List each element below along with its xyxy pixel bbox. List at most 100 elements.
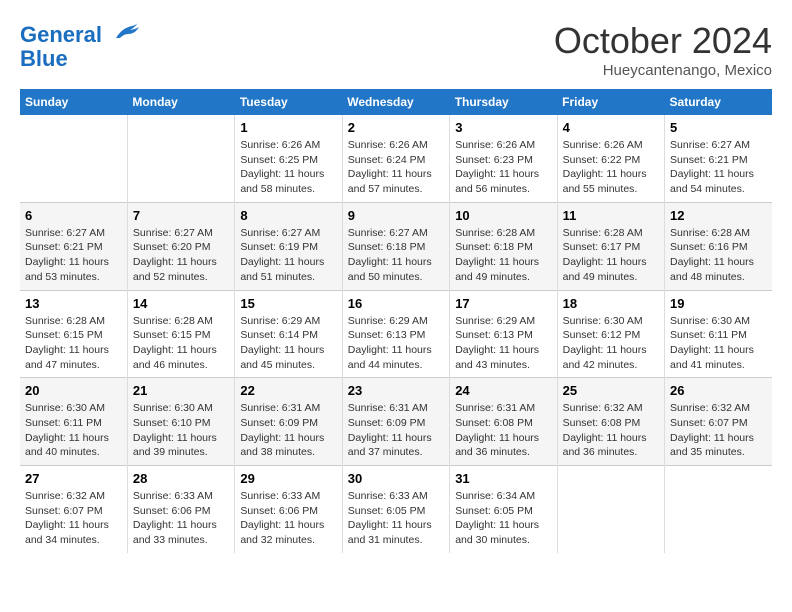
calendar-cell: [665, 466, 772, 553]
calendar-cell: 6Sunrise: 6:27 AMSunset: 6:21 PMDaylight…: [20, 202, 127, 290]
month-title: October 2024: [554, 20, 772, 62]
cell-info: Sunrise: 6:31 AMSunset: 6:09 PMDaylight:…: [348, 401, 444, 460]
day-number: 9: [348, 208, 444, 223]
cell-info: Sunrise: 6:31 AMSunset: 6:09 PMDaylight:…: [240, 401, 336, 460]
header-sunday: Sunday: [20, 89, 127, 115]
day-number: 2: [348, 120, 444, 135]
calendar-cell: 10 Sunrise: 6:28 AMSunset: 6:18 PMDayligh…: [450, 202, 557, 290]
cell-info: Sunrise: 6:29 AMSunset: 6:14 PMDaylight:…: [240, 314, 336, 373]
day-number: 20: [25, 383, 122, 398]
calendar-cell: 5 Sunrise: 6:27 AMSunset: 6:21 PMDaylight…: [665, 115, 772, 202]
logo-blue: Blue: [20, 47, 140, 71]
day-number: 24: [455, 383, 551, 398]
cell-info: Sunrise: 6:29 AMSunset: 6:13 PMDaylight:…: [455, 314, 551, 373]
week-row-2: 6Sunrise: 6:27 AMSunset: 6:21 PMDaylight…: [20, 202, 772, 290]
calendar-cell: 17 Sunrise: 6:29 AMSunset: 6:13 PMDayligh…: [450, 290, 557, 378]
calendar-cell: 9 Sunrise: 6:27 AMSunset: 6:18 PMDaylight…: [342, 202, 449, 290]
calendar-cell: 14 Sunrise: 6:28 AMSunset: 6:15 PMDayligh…: [127, 290, 234, 378]
cell-info: Sunrise: 6:28 AMSunset: 6:18 PMDaylight:…: [455, 226, 551, 285]
day-number: 3: [455, 120, 551, 135]
cell-info: Sunrise: 6:32 AMSunset: 6:07 PMDaylight:…: [670, 401, 767, 460]
calendar-cell: 26Sunrise: 6:32 AMSunset: 6:07 PMDayligh…: [665, 378, 772, 466]
day-number: 22: [240, 383, 336, 398]
day-number: 10: [455, 208, 551, 223]
day-number: 1: [240, 120, 336, 135]
day-number: 12: [670, 208, 767, 223]
calendar-cell: 19Sunrise: 6:30 AMSunset: 6:11 PMDayligh…: [665, 290, 772, 378]
week-row-5: 27Sunrise: 6:32 AMSunset: 6:07 PMDayligh…: [20, 466, 772, 553]
cell-info: Sunrise: 6:27 AMSunset: 6:20 PMDaylight:…: [133, 226, 229, 285]
cell-info: Sunrise: 6:33 AMSunset: 6:06 PMDaylight:…: [240, 489, 336, 548]
header-friday: Friday: [557, 89, 664, 115]
day-number: 4: [563, 120, 659, 135]
title-block: October 2024 Hueycantenango, Mexico: [554, 20, 772, 79]
day-number: 6: [25, 208, 122, 223]
calendar-cell: 30 Sunrise: 6:33 AMSunset: 6:05 PMDayligh…: [342, 466, 449, 553]
calendar-cell: 23Sunrise: 6:31 AMSunset: 6:09 PMDayligh…: [342, 378, 449, 466]
calendar-cell: 1 Sunrise: 6:26 AMSunset: 6:25 PMDaylight…: [235, 115, 342, 202]
day-number: 19: [670, 296, 767, 311]
cell-info: Sunrise: 6:33 AMSunset: 6:06 PMDaylight:…: [133, 489, 229, 548]
day-number: 29: [240, 471, 336, 486]
calendar-cell: 27Sunrise: 6:32 AMSunset: 6:07 PMDayligh…: [20, 466, 127, 553]
cell-info: Sunrise: 6:32 AMSunset: 6:08 PMDaylight:…: [563, 401, 659, 460]
header-thursday: Thursday: [450, 89, 557, 115]
day-number: 16: [348, 296, 444, 311]
calendar-table: SundayMondayTuesdayWednesdayThursdayFrid…: [20, 89, 772, 553]
logo: General Blue: [20, 20, 140, 71]
day-number: 8: [240, 208, 336, 223]
cell-info: Sunrise: 6:29 AMSunset: 6:13 PMDaylight:…: [348, 314, 444, 373]
cell-info: Sunrise: 6:28 AMSunset: 6:15 PMDaylight:…: [25, 314, 122, 373]
cell-info: Sunrise: 6:33 AMSunset: 6:05 PMDaylight:…: [348, 489, 444, 548]
day-number: 7: [133, 208, 229, 223]
calendar-cell: [20, 115, 127, 202]
calendar-cell: 3 Sunrise: 6:26 AMSunset: 6:23 PMDaylight…: [450, 115, 557, 202]
cell-info: Sunrise: 6:26 AMSunset: 6:23 PMDaylight:…: [455, 138, 551, 197]
day-number: 30: [348, 471, 444, 486]
cell-info: Sunrise: 6:30 AMSunset: 6:10 PMDaylight:…: [133, 401, 229, 460]
day-number: 25: [563, 383, 659, 398]
calendar-cell: 13 Sunrise: 6:28 AMSunset: 6:15 PMDayligh…: [20, 290, 127, 378]
day-number: 5: [670, 120, 767, 135]
day-number: 21: [133, 383, 229, 398]
day-number: 17: [455, 296, 551, 311]
logo-bird-icon: [112, 20, 140, 42]
header-tuesday: Tuesday: [235, 89, 342, 115]
calendar-cell: 24 Sunrise: 6:31 AMSunset: 6:08 PMDayligh…: [450, 378, 557, 466]
cell-info: Sunrise: 6:28 AMSunset: 6:17 PMDaylight:…: [563, 226, 659, 285]
calendar-cell: 29 Sunrise: 6:33 AMSunset: 6:06 PMDayligh…: [235, 466, 342, 553]
calendar-cell: 16 Sunrise: 6:29 AMSunset: 6:13 PMDayligh…: [342, 290, 449, 378]
calendar-cell: 18Sunrise: 6:30 AMSunset: 6:12 PMDayligh…: [557, 290, 664, 378]
day-number: 31: [455, 471, 551, 486]
week-row-4: 20Sunrise: 6:30 AMSunset: 6:11 PMDayligh…: [20, 378, 772, 466]
calendar-cell: 2Sunrise: 6:26 AMSunset: 6:24 PMDaylight…: [342, 115, 449, 202]
calendar-cell: 22 Sunrise: 6:31 AMSunset: 6:09 PMDayligh…: [235, 378, 342, 466]
cell-info: Sunrise: 6:27 AMSunset: 6:19 PMDaylight:…: [240, 226, 336, 285]
calendar-cell: 28 Sunrise: 6:33 AMSunset: 6:06 PMDayligh…: [127, 466, 234, 553]
cell-info: Sunrise: 6:28 AMSunset: 6:15 PMDaylight:…: [133, 314, 229, 373]
header-monday: Monday: [127, 89, 234, 115]
calendar-cell: 25 Sunrise: 6:32 AMSunset: 6:08 PMDayligh…: [557, 378, 664, 466]
calendar-cell: [557, 466, 664, 553]
cell-info: Sunrise: 6:26 AMSunset: 6:22 PMDaylight:…: [563, 138, 659, 197]
cell-info: Sunrise: 6:27 AMSunset: 6:21 PMDaylight:…: [670, 138, 767, 197]
cell-info: Sunrise: 6:31 AMSunset: 6:08 PMDaylight:…: [455, 401, 551, 460]
calendar-cell: 21 Sunrise: 6:30 AMSunset: 6:10 PMDayligh…: [127, 378, 234, 466]
day-number: 28: [133, 471, 229, 486]
calendar-cell: 12Sunrise: 6:28 AMSunset: 6:16 PMDayligh…: [665, 202, 772, 290]
calendar-cell: 20Sunrise: 6:30 AMSunset: 6:11 PMDayligh…: [20, 378, 127, 466]
day-number: 13: [25, 296, 122, 311]
cell-info: Sunrise: 6:34 AMSunset: 6:05 PMDaylight:…: [455, 489, 551, 548]
day-number: 15: [240, 296, 336, 311]
day-number: 14: [133, 296, 229, 311]
cell-info: Sunrise: 6:26 AMSunset: 6:25 PMDaylight:…: [240, 138, 336, 197]
logo-text: General: [20, 20, 140, 47]
day-number: 18: [563, 296, 659, 311]
calendar-cell: 15 Sunrise: 6:29 AMSunset: 6:14 PMDayligh…: [235, 290, 342, 378]
calendar-cell: [127, 115, 234, 202]
header-saturday: Saturday: [665, 89, 772, 115]
page-header: General Blue October 2024 Hueycantenango…: [20, 20, 772, 79]
cell-info: Sunrise: 6:27 AMSunset: 6:18 PMDaylight:…: [348, 226, 444, 285]
location: Hueycantenango, Mexico: [554, 62, 772, 79]
header-wednesday: Wednesday: [342, 89, 449, 115]
